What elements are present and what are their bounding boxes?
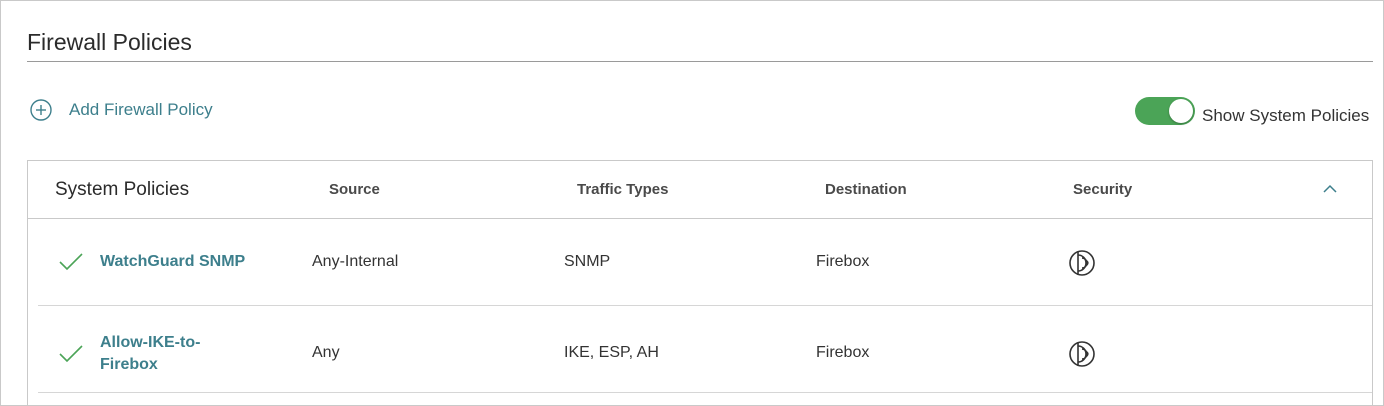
policy-name-link[interactable]: WatchGuard SNMP [100,251,245,273]
page-title: Firewall Policies [27,29,192,55]
source-cell: Any [312,344,340,361]
table-row: WatchGuard SNMP Any-Internal SNMP Firebo… [38,219,1372,306]
policy-name-line-1: Allow-IKE-to- [100,334,201,351]
policy-name-line-2: Firebox [100,356,158,373]
add-firewall-policy-label: Add Firewall Policy [69,100,213,119]
chevron-up-icon[interactable] [1322,183,1338,195]
add-firewall-policy-button[interactable]: Add Firewall Policy [30,99,213,121]
show-system-policies-control: Show System Policies [1135,96,1369,126]
security-services-icon [1069,341,1095,367]
policy-name-link[interactable]: Allow-IKE-to- Firebox [100,332,200,376]
security-services-icon [1069,250,1095,276]
firewall-policies-page: Firewall Policies Add Firewall Policy Sh… [0,0,1384,406]
destination-cell: Firebox [816,344,870,361]
header-traffic-types: Traffic Types [577,181,669,198]
header-security: Security [1073,181,1133,198]
header-source: Source [329,181,380,198]
show-system-policies-label: Show System Policies [1202,106,1370,125]
destination-cell: Firebox [816,253,870,270]
check-icon [59,253,83,271]
source-cell: Any-Internal [312,253,399,270]
header-system-policies: System Policies [55,179,190,200]
table-header: System Policies Source Traffic Types Des… [28,161,1372,219]
header-destination: Destination [825,181,907,198]
table-row: Allow-IKE-to- Firebox Any IKE, ESP, AH F… [38,306,1372,393]
toggle-knob [1169,99,1193,123]
traffic-types-cell: SNMP [564,253,611,270]
traffic-types-cell: IKE, ESP, AH [564,344,659,361]
system-policies-table: System Policies Source Traffic Types Des… [27,160,1373,405]
plus-circle-icon [30,99,52,121]
check-icon [59,345,83,363]
title-divider [27,61,1373,62]
show-system-policies-toggle[interactable] [1135,97,1195,125]
